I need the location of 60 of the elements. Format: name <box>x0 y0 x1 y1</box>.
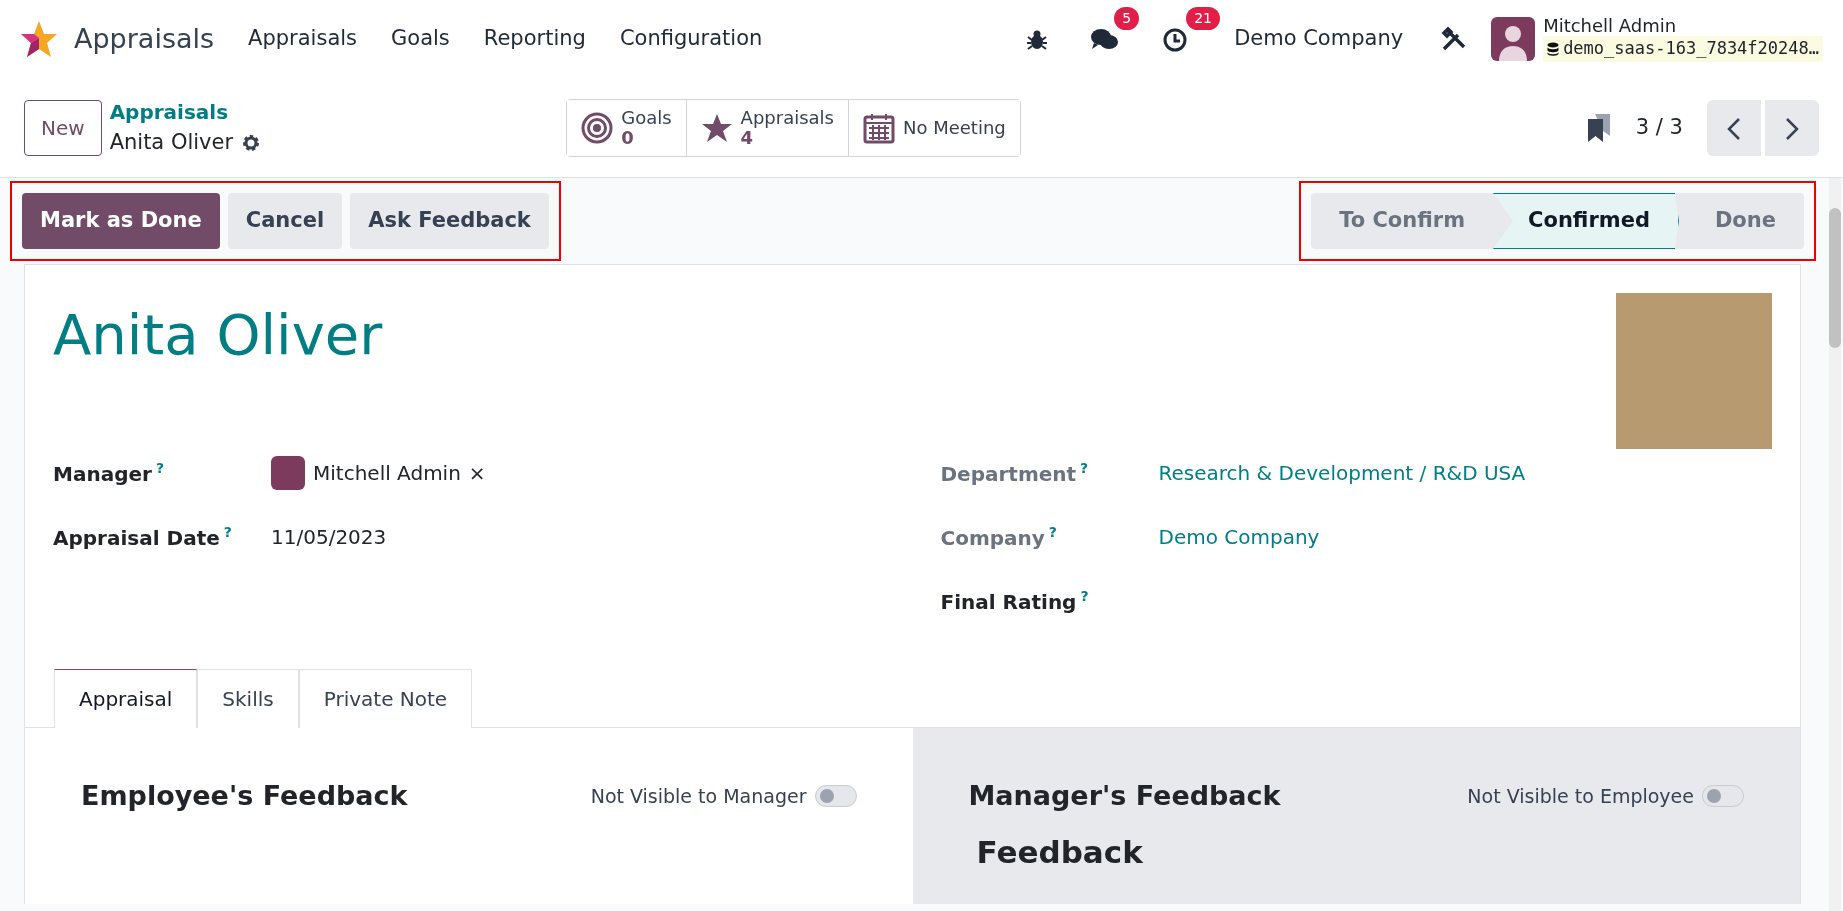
status-stage[interactable]: Done <box>1678 193 1804 249</box>
database-icon <box>1547 41 1560 56</box>
toggle-label: Not Visible to Manager <box>590 784 807 809</box>
company-switcher[interactable]: Demo Company <box>1234 23 1404 55</box>
new-button[interactable]: New <box>24 99 102 156</box>
bookmarks-icon[interactable] <box>1585 112 1612 143</box>
action-button[interactable]: Cancel <box>227 193 343 249</box>
star-logo-icon[interactable] <box>20 20 58 58</box>
help-mark[interactable]: ? <box>1080 459 1089 476</box>
help-mark[interactable]: ? <box>223 523 232 540</box>
user-avatar <box>271 456 305 490</box>
chevron-left-icon <box>1727 116 1741 141</box>
field-label: Final Rating <box>940 589 1077 614</box>
action-button[interactable]: Ask Feedback <box>350 193 549 249</box>
activity-count-badge: 21 <box>1186 6 1220 30</box>
message-count-badge: 5 <box>1114 6 1140 30</box>
form-tab[interactable]: Private Note <box>298 669 473 728</box>
clock-icon[interactable] <box>1162 27 1189 54</box>
menu-item[interactable]: Configuration <box>619 23 763 55</box>
field-value: 11/05/2023 <box>271 524 387 551</box>
toggle-label: Not Visible to Employee <box>1467 784 1694 809</box>
subheading: Feedback <box>976 832 1144 872</box>
gear-icon[interactable] <box>241 132 262 153</box>
section-heading: Manager's Feedback <box>968 779 1281 813</box>
field-label: Company <box>940 525 1045 550</box>
pager-value[interactable]: 3 / 3 <box>1635 111 1683 144</box>
breadcrumb-link[interactable]: Appraisals <box>109 96 262 127</box>
help-mark[interactable]: ? <box>1048 523 1057 540</box>
field-value[interactable]: Mitchell Admin <box>313 458 461 488</box>
record-title: Anita Oliver <box>53 301 383 369</box>
status-stage[interactable]: Confirmed <box>1493 193 1679 249</box>
form-tab[interactable]: Skills <box>197 669 299 728</box>
field-link[interactable]: Research & Development / R&D USA <box>1158 458 1526 488</box>
record-name: Anita Oliver <box>109 128 234 156</box>
user-name[interactable]: Mitchell Admin <box>1543 16 1823 37</box>
toggle-switch[interactable] <box>814 785 857 808</box>
calendar-icon <box>862 111 895 144</box>
bug-icon[interactable] <box>1026 29 1049 52</box>
toggle-switch[interactable] <box>1702 785 1744 808</box>
database-label: demo_saas-163_7834f20248… <box>1563 37 1819 61</box>
field-label: Appraisal Date <box>53 525 220 550</box>
target-icon <box>581 111 614 144</box>
app-name[interactable]: Appraisals <box>74 18 215 60</box>
chevron-right-icon <box>1785 116 1799 141</box>
smart-button[interactable]: Goals 0 <box>567 99 687 156</box>
field-label: Department <box>940 461 1077 486</box>
menu-item[interactable]: Appraisals <box>248 23 358 55</box>
scrollbar[interactable] <box>1829 178 1841 911</box>
remove-button[interactable]: × <box>468 458 486 488</box>
field-link[interactable]: Demo Company <box>1158 522 1320 552</box>
status-stage[interactable]: To Confirm <box>1311 193 1494 249</box>
help-mark[interactable]: ? <box>155 459 164 476</box>
section-heading: Employee's Feedback <box>81 779 408 813</box>
help-mark[interactable]: ? <box>1080 587 1089 604</box>
menu-item[interactable]: Reporting <box>483 23 586 55</box>
tools-icon[interactable] <box>1441 26 1468 52</box>
menu-item[interactable]: Goals <box>391 23 450 55</box>
field-label: Manager <box>53 461 152 486</box>
action-button[interactable]: Mark as Done <box>22 193 220 249</box>
form-tab[interactable]: Appraisal <box>54 669 198 728</box>
